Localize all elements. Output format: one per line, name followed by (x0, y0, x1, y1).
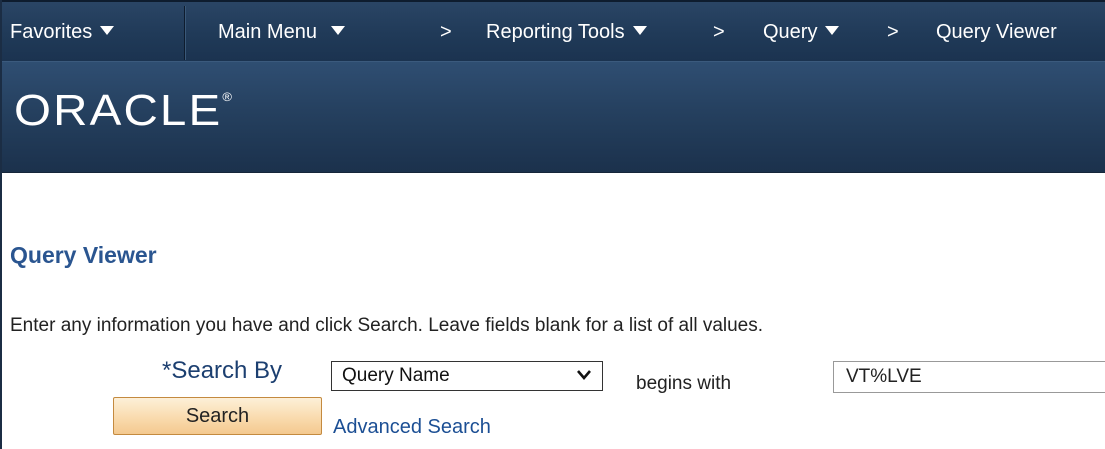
search-button[interactable]: Search (113, 397, 322, 435)
query-menu[interactable]: Query (763, 2, 840, 62)
nav-divider (184, 6, 186, 60)
query-label: Query (763, 21, 818, 43)
page-title: Query Viewer (10, 242, 157, 268)
query-name-input[interactable]: VT%LVE (833, 361, 1105, 393)
breadcrumb-chevron-icon: > (440, 21, 452, 43)
oracle-logo: ORACLE® (14, 86, 234, 136)
reporting-tools-menu[interactable]: Reporting Tools (486, 2, 647, 62)
breadcrumb-chevron-icon: > (887, 21, 899, 43)
advanced-search-link[interactable]: Advanced Search (333, 416, 491, 439)
favorites-caret-icon (100, 26, 115, 36)
favorites-menu[interactable]: Favorites (10, 2, 115, 62)
query-viewer-breadcrumb[interactable]: Query Viewer (936, 2, 1057, 62)
reporting-tools-label: Reporting Tools (486, 21, 625, 43)
main-menu[interactable]: Main Menu (218, 2, 345, 62)
search-by-selected-value: Query Name (342, 365, 450, 386)
oracle-banner: ORACLE® (0, 62, 1105, 173)
main-menu-label: Main Menu (218, 21, 317, 43)
main-menu-caret-icon (330, 26, 345, 36)
registered-mark: ® (222, 90, 235, 104)
search-instructions: Enter any information you have and click… (10, 315, 764, 336)
reporting-tools-caret-icon (632, 26, 647, 36)
search-by-label: *Search By (162, 357, 283, 384)
breadcrumb-chevron-icon: > (713, 21, 725, 43)
page: Favorites Main Menu > Reporting Tools > … (0, 0, 1105, 449)
oracle-logo-text: ORACLE (14, 86, 223, 135)
chevron-down-icon (577, 370, 591, 380)
query-caret-icon (825, 26, 840, 36)
search-by-select[interactable]: Query Name (331, 361, 603, 391)
favorites-label: Favorites (10, 21, 93, 43)
operator-label: begins with (636, 373, 732, 394)
left-border (0, 0, 2, 449)
top-navigation-bar: Favorites Main Menu > Reporting Tools > … (0, 0, 1105, 62)
